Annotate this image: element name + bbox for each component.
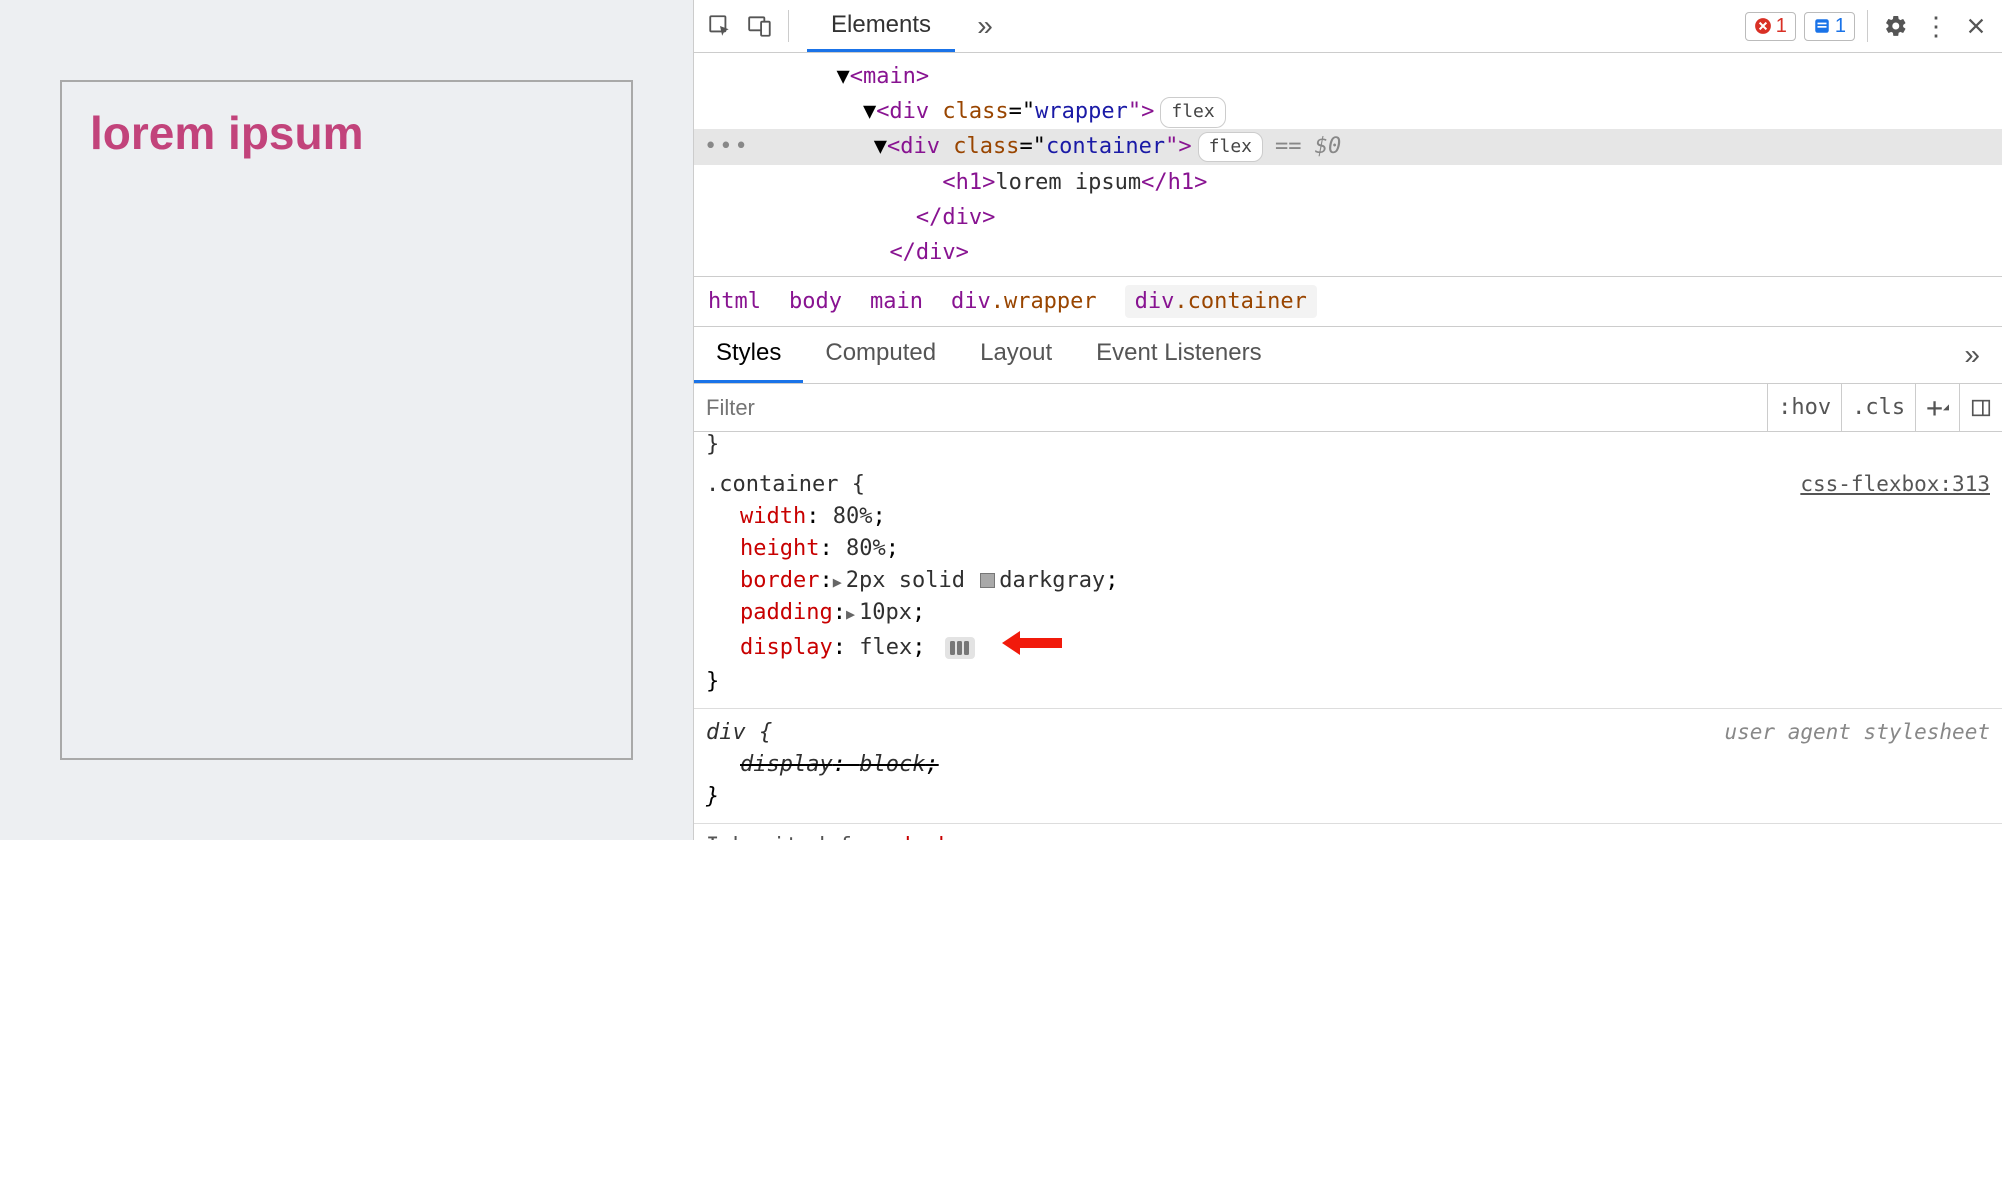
flex-pill[interactable]: flex (1198, 132, 1263, 163)
inspect-icon[interactable] (704, 10, 736, 42)
dom-close-div2[interactable]: </div> (694, 235, 2002, 270)
tab-styles[interactable]: Styles (694, 327, 803, 383)
crumb-main[interactable]: main (870, 289, 923, 314)
issue-count: 1 (1835, 15, 1846, 38)
devtools-toolbar: Elements » 1 1 ⋮ (694, 0, 2002, 53)
divider (788, 10, 789, 42)
prop-border[interactable]: border:▶2px solid darkgray; (706, 565, 1990, 597)
crumb-html[interactable]: html (708, 289, 761, 314)
filter-input[interactable] (694, 384, 1767, 431)
rule-div[interactable]: div { user agent stylesheet display: blo… (694, 709, 2002, 824)
flex-editor-icon[interactable] (945, 637, 975, 659)
prop-display-overridden[interactable]: display: block; (706, 749, 1990, 781)
devtools-panel: Elements » 1 1 ⋮ ▼<main> ▼<div class="wr… (693, 0, 2002, 840)
gear-icon[interactable] (1880, 10, 1912, 42)
annotation-arrow-icon (1002, 629, 1062, 667)
styles-body: } .container { css-flexbox:313 width: 80… (694, 432, 2002, 840)
error-badge[interactable]: 1 (1745, 12, 1796, 41)
rule-source-link[interactable]: css-flexbox:313 (1800, 469, 1990, 501)
error-count: 1 (1776, 15, 1787, 38)
rule-source-ua: user agent stylesheet (1724, 717, 1990, 749)
tab-layout[interactable]: Layout (958, 327, 1074, 383)
styles-tabs: Styles Computed Layout Event Listeners » (694, 327, 2002, 384)
rule-selector[interactable]: div { (706, 717, 772, 749)
crumb-wrapper[interactable]: div.wrapper (951, 289, 1097, 314)
tab-elements[interactable]: Elements (807, 1, 955, 52)
rule-close: } (706, 781, 1990, 813)
ellipsis-icon[interactable]: ••• (704, 129, 750, 164)
rule-close: } (706, 666, 1990, 698)
toggle-sidebar-icon[interactable] (1959, 384, 2002, 431)
device-toggle-icon[interactable] (744, 10, 776, 42)
more-styles-tabs-icon[interactable]: » (1942, 327, 2002, 383)
page-preview: lorem ipsum (0, 0, 693, 840)
new-rule-button[interactable]: +◢ (1915, 384, 1959, 431)
divider (1867, 10, 1868, 42)
color-swatch-icon[interactable] (980, 573, 995, 588)
inherited-from: Inherited from body (694, 824, 2002, 840)
dom-node-wrapper[interactable]: ▼<div class="wrapper">flex (694, 94, 2002, 129)
crumb-body[interactable]: body (789, 289, 842, 314)
prop-display[interactable]: display: flex; (706, 629, 1990, 667)
tab-event-listeners[interactable]: Event Listeners (1074, 327, 1283, 383)
cls-button[interactable]: .cls (1841, 384, 1915, 431)
kebab-icon[interactable]: ⋮ (1920, 10, 1952, 42)
more-tabs-icon[interactable]: » (969, 10, 1001, 42)
hov-button[interactable]: :hov (1767, 384, 1841, 431)
container-box: lorem ipsum (60, 80, 633, 760)
filter-row: :hov .cls +◢ (694, 384, 2002, 432)
preview-heading: lorem ipsum (90, 106, 364, 748)
dom-node-main[interactable]: ▼<main> (694, 59, 2002, 94)
dom-tree[interactable]: ▼<main> ▼<div class="wrapper">flex ••• ▼… (694, 53, 2002, 276)
crumb-container[interactable]: div.container (1125, 285, 1317, 318)
dom-close-div1[interactable]: </div> (694, 200, 2002, 235)
breadcrumb: html body main div.wrapper div.container (694, 276, 2002, 327)
prop-width[interactable]: width: 80%; (706, 501, 1990, 533)
dom-node-h1[interactable]: <h1>lorem ipsum</h1> (694, 165, 2002, 200)
close-icon[interactable] (1960, 10, 1992, 42)
flex-pill[interactable]: flex (1160, 97, 1225, 128)
tab-computed[interactable]: Computed (803, 327, 958, 383)
prop-padding[interactable]: padding:▶10px; (706, 597, 1990, 629)
rule-selector[interactable]: .container { (706, 469, 865, 501)
eq-dollar-label: == $0 (1275, 129, 1341, 164)
dom-node-container[interactable]: ••• ▼<div class="container"> flex == $0 (694, 129, 2002, 164)
prop-height[interactable]: height: 80%; (706, 533, 1990, 565)
issue-badge[interactable]: 1 (1804, 12, 1855, 41)
rule-container[interactable]: .container { css-flexbox:313 width: 80%;… (694, 461, 2002, 709)
